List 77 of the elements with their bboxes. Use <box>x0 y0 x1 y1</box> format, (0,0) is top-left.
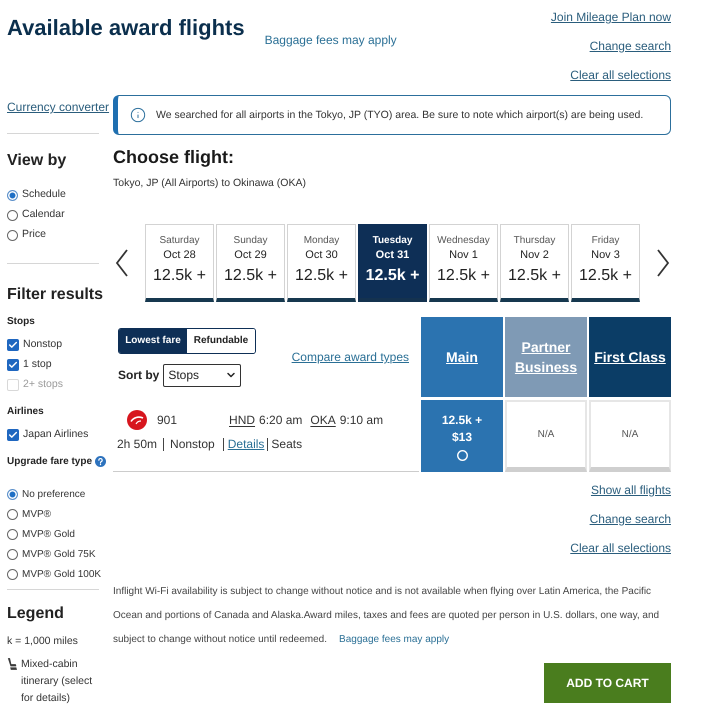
fare-cell: N/A <box>505 400 587 472</box>
airline-logo-icon <box>127 410 147 430</box>
seats-text: Seats <box>271 436 302 453</box>
radio-button[interactable] <box>7 508 18 520</box>
radio-button[interactable] <box>7 210 18 220</box>
radio-ring-icon[interactable] <box>456 450 468 460</box>
radio-button[interactable] <box>7 190 18 200</box>
results-link[interactable]: Show all flights <box>590 483 671 497</box>
option-label[interactable]: 1 stop <box>23 357 52 373</box>
date-tab[interactable]: Monday Oct 30 12.5k + <box>287 224 356 302</box>
date-tab[interactable]: Friday Nov 3 12.5k + <box>571 224 640 302</box>
cabin-column-header[interactable]: First Class <box>589 317 671 397</box>
section-title: Choose flight: <box>113 146 235 168</box>
notice-text: We searched for all airports in the Tokyo, JP (TYO) area. Be sure to note which airport(s) are being used. <box>156 108 644 122</box>
checkbox[interactable] <box>7 339 19 351</box>
help-icon[interactable] <box>95 456 106 467</box>
sort-label: Sort by <box>118 367 160 384</box>
section-heading: Filter results <box>7 285 104 305</box>
legend-text: Mixed-cabin itinerary (select for details) <box>21 657 94 706</box>
radio-button[interactable] <box>7 230 18 240</box>
header-link[interactable]: Change search <box>590 39 671 54</box>
date-tab[interactable]: Wednesday Nov 1 12.5k + <box>429 224 498 302</box>
date-tab[interactable]: Tuesday Oct 31 12.5k + <box>358 224 427 302</box>
flight-number: 901 <box>157 412 178 429</box>
airport-code: HND <box>229 412 256 429</box>
legend-text: k = 1,000 miles <box>7 634 79 648</box>
option-label[interactable]: Japan Airlines <box>23 427 88 443</box>
checkbox[interactable] <box>7 359 19 371</box>
radio-button[interactable] <box>7 488 18 500</box>
radio-button[interactable] <box>7 568 18 580</box>
option-label[interactable]: No preference <box>22 486 86 502</box>
date-tab[interactable]: Sunday Oct 29 12.5k + <box>216 224 285 302</box>
currency-converter-link[interactable]: Currency converter <box>7 100 110 114</box>
cabin-column-header[interactable]: Main <box>421 317 503 397</box>
filter-heading: Stops <box>7 315 35 328</box>
fare-cell: N/A <box>589 400 671 472</box>
flight-duration: 2h 50m <box>117 436 158 453</box>
section-heading: View by <box>7 151 68 171</box>
date-tab[interactable]: Saturday Oct 28 12.5k + <box>145 224 214 302</box>
results-link[interactable]: Clear all selections <box>570 541 671 555</box>
arrival-time: 9:10 am <box>340 412 384 429</box>
section-heading: Legend <box>7 604 65 624</box>
results-link[interactable]: Change search <box>590 512 671 526</box>
option-label[interactable]: MVP® Gold <box>22 526 75 542</box>
fare-option[interactable]: 12.5k + $13 <box>421 400 503 472</box>
stops-text: Nonstop <box>170 436 215 453</box>
filter-heading: Airlines <box>7 405 44 418</box>
option-label[interactable]: Nonstop <box>23 337 62 353</box>
filter-heading: Upgrade fare type <box>7 455 92 468</box>
info-icon <box>130 107 146 123</box>
fare-type-tab[interactable]: Lowest fare <box>119 328 187 352</box>
option-label[interactable]: Calendar <box>22 207 65 223</box>
header-link[interactable]: Join Mileage Plan now <box>550 10 671 25</box>
option-label[interactable]: MVP® Gold 100K <box>22 566 102 582</box>
departure-time: 6:20 am <box>259 412 302 429</box>
seat-icon <box>7 658 17 670</box>
radio-button[interactable] <box>7 528 18 540</box>
compare-award-types-link[interactable]: Compare award types <box>292 348 409 366</box>
page-title: Available award flights <box>7 14 245 42</box>
header-link[interactable]: Clear all selections <box>570 68 671 83</box>
baggage-fees-link[interactable]: Baggage fees may apply <box>264 33 397 47</box>
date-tab[interactable]: Thursday Nov 2 12.5k + <box>500 224 569 302</box>
option-label[interactable]: Price <box>22 227 46 243</box>
disclaimer-text: Inflight Wi-Fi availability is subject to change without notice and is not available when flying over Latin America, the Pacific Ocean and portions of Canada and Alaska.Award miles, taxes and fees are quoted per person in U.S. dollars, one way, and subject to change without notice until redeemed. Baggage fees may apply <box>113 585 660 647</box>
chevron-left-icon[interactable] <box>115 249 129 277</box>
airport-code: OKA <box>310 412 336 429</box>
option-label[interactable]: MVP® <box>22 506 52 522</box>
chevron-right-icon[interactable] <box>656 249 670 277</box>
option-label[interactable]: Schedule <box>22 187 66 203</box>
radio-button[interactable] <box>7 548 18 560</box>
add-to-cart-button[interactable]: ADD TO CART <box>544 663 671 703</box>
route-text: Tokyo, JP (All Airports) to Okinawa (OKA) <box>113 176 307 190</box>
details-link[interactable]: Details <box>228 435 264 453</box>
checkbox[interactable] <box>7 429 19 441</box>
sort-select[interactable]: Stops <box>163 364 242 386</box>
option-label[interactable]: MVP® Gold 75K <box>22 546 96 562</box>
baggage-fees-link[interactable]: Baggage fees may apply <box>339 634 450 645</box>
